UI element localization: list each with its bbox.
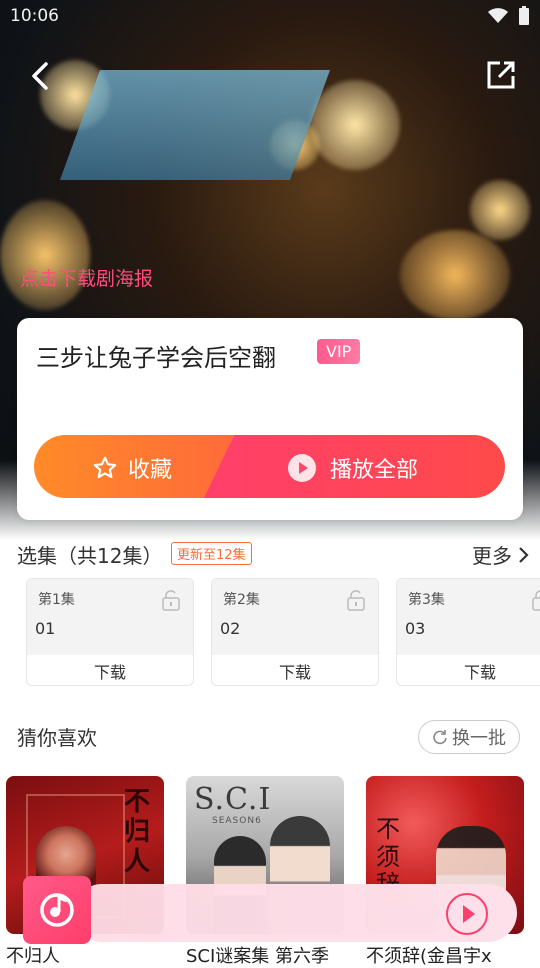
play-circle-icon — [288, 454, 316, 482]
episode-name: 第3集 — [408, 592, 445, 608]
wifi-icon — [488, 8, 508, 23]
battery-icon — [519, 6, 529, 25]
chevron-right-icon — [519, 546, 529, 563]
play-all-button[interactable]: 播放全部 — [204, 435, 505, 498]
episodes-header: 选集（共12集） 更新至12集 更多 — [17, 540, 530, 568]
mini-player[interactable] — [23, 876, 517, 944]
status-time: 10:06 — [10, 6, 59, 26]
cover-title: S.C.I — [194, 782, 272, 817]
refresh-label: 换一批 — [452, 728, 506, 749]
status-icons — [488, 6, 530, 26]
unlock-icon — [347, 590, 365, 611]
cover-subtitle: SEASON6 — [212, 816, 262, 826]
vip-badge: VIP — [317, 339, 361, 364]
episode-name: 第1集 — [38, 592, 75, 608]
episode-number: 02 — [220, 619, 241, 638]
refresh-button[interactable]: 换一批 — [418, 720, 520, 754]
recommend-title: 猜你喜欢 — [17, 726, 97, 750]
episode-card[interactable]: 第2集 02 下载 — [211, 578, 379, 686]
play-all-label: 播放全部 — [330, 458, 419, 483]
favorite-label: 收藏 — [128, 458, 173, 483]
download-button[interactable]: 下载 — [27, 659, 193, 683]
download-button[interactable]: 下载 — [212, 659, 378, 683]
back-arrow-icon[interactable] — [26, 58, 56, 94]
play-button-icon[interactable] — [445, 892, 489, 936]
episodes-more-link[interactable]: 更多 — [472, 540, 530, 569]
episode-card[interactable]: 第3集 03 下载 — [396, 578, 540, 686]
recommend-caption: SCI谜案集 第六季 — [186, 946, 330, 967]
cover-title: 不归人 — [124, 787, 151, 877]
recommend-caption: 不须辞(金昌宇x — [366, 946, 492, 967]
album-card: 三步让兔子学会后空翻 VIP 收藏 播放全部 — [17, 318, 523, 520]
unlock-icon — [162, 590, 180, 611]
music-disc-icon[interactable] — [23, 876, 91, 944]
status-bar: 10:06 — [10, 6, 530, 28]
episode-list: 第1集 01 下载 第2集 02 下载 第3集 03 下载 — [26, 578, 540, 686]
album-actions: 收藏 播放全部 — [34, 435, 505, 498]
episode-card[interactable]: 第1集 01 下载 — [26, 578, 194, 686]
episode-number: 03 — [405, 619, 426, 638]
download-button[interactable]: 下载 — [397, 659, 540, 683]
episode-name: 第2集 — [223, 592, 260, 608]
share-icon[interactable] — [486, 60, 516, 90]
music-note-icon — [40, 893, 74, 927]
unlock-icon — [532, 590, 540, 611]
more-label: 更多 — [472, 544, 512, 568]
update-badge: 更新至12集 — [171, 542, 252, 565]
recommend-header: 猜你喜欢 换一批 — [17, 720, 520, 756]
episode-number: 01 — [35, 619, 56, 638]
episodes-title: 选集（共12集） — [17, 544, 163, 568]
star-icon — [93, 456, 117, 479]
recommend-caption: 不归人 — [6, 946, 60, 967]
refresh-icon — [433, 730, 447, 745]
album-title: 三步让兔子学会后空翻 — [36, 344, 276, 372]
favorite-button[interactable]: 收藏 — [34, 435, 234, 498]
download-poster-link[interactable]: 点击下载剧海报 — [20, 264, 153, 291]
